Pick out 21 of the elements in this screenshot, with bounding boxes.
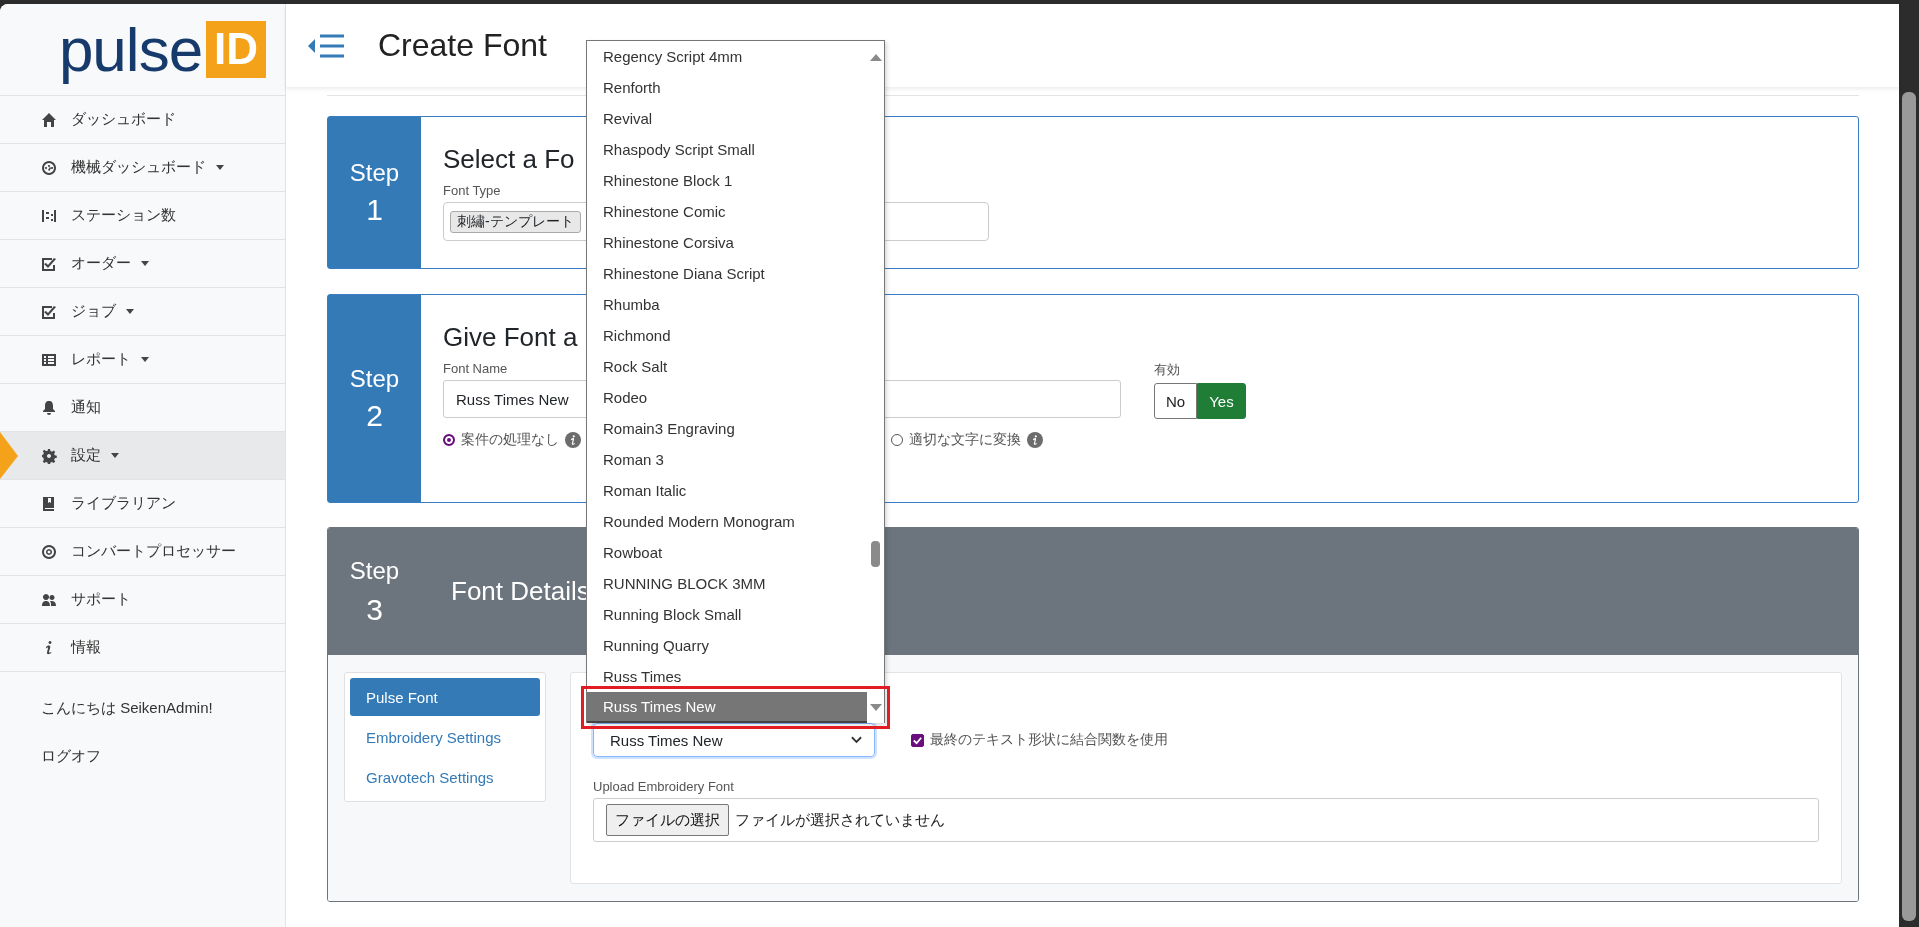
step-title: Select a Fo xyxy=(443,143,575,175)
radio-label: 案件の処理なし xyxy=(461,431,559,449)
step-number: 3 xyxy=(366,592,383,627)
step-label: Step xyxy=(349,364,400,393)
page-title: Create Font xyxy=(378,27,547,64)
radio-label: 適切な文字に変換 xyxy=(909,431,1021,449)
step-label: Step xyxy=(349,556,400,585)
step-title: Font Details xyxy=(451,576,590,607)
step-label: Step xyxy=(349,158,400,187)
greeting-text: こんにちは SeikenAdmin! xyxy=(40,698,214,718)
file-status-text: ファイルが選択されていません xyxy=(735,810,945,830)
step-number: 1 xyxy=(366,192,383,227)
selected-tag: 刺繡-テンプレート xyxy=(450,210,581,233)
checkbox-label: 最終のテキスト形状に結合関数を使用 xyxy=(930,731,1168,749)
step-number: 2 xyxy=(366,398,383,433)
step-title: Give Font a xyxy=(443,321,578,353)
field-label: Upload Embroidery Font xyxy=(593,779,734,794)
logo-badge: ID xyxy=(206,21,267,78)
field-label: Font Type xyxy=(443,183,501,198)
field-label: Font Name xyxy=(443,361,508,376)
field-label: 有効 xyxy=(1154,361,1180,379)
